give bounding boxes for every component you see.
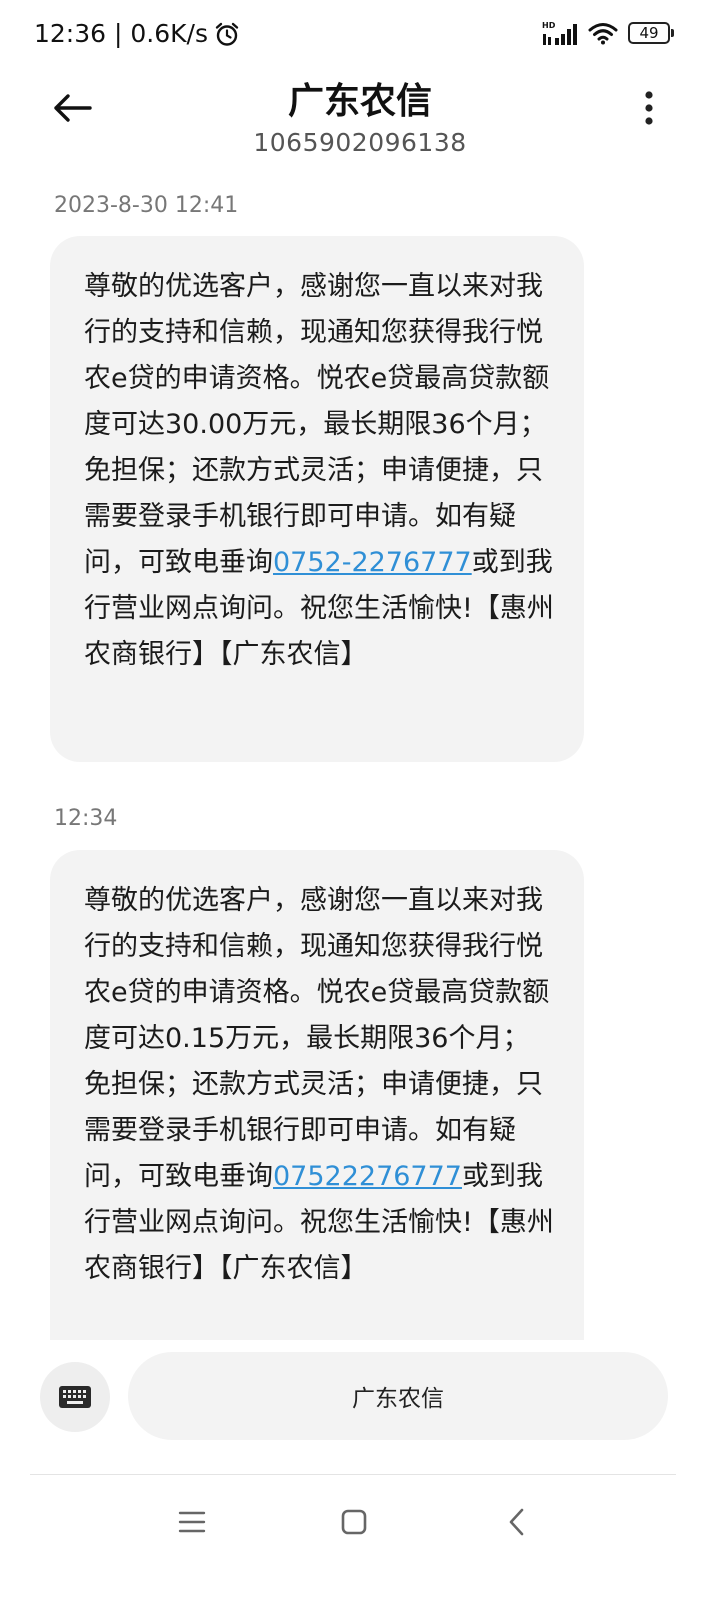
conversation-header: 广东农信 1065902096138	[0, 70, 720, 170]
message-text: 尊敬的优选客户，感谢您一直以来对我行的支持和信赖，现通知您获得我行悦农e贷的申请…	[84, 271, 550, 578]
message-list[interactable]: 2023-8-30 12:41 尊敬的优选客户，感谢您一直以来对我行的支持和信赖…	[0, 170, 720, 1340]
more-options-button[interactable]	[634, 80, 664, 136]
alarm-icon	[215, 22, 239, 46]
more-vertical-icon	[645, 91, 653, 125]
status-bar: 12:36 | 0.6K/s HD 49	[0, 0, 720, 70]
network-tag: HD	[542, 21, 556, 30]
keyboard-button[interactable]	[40, 1362, 110, 1432]
message-bubble[interactable]: 尊敬的优选客户，感谢您一直以来对我行的支持和信赖，现通知您获得我行悦农e贷的申请…	[50, 850, 584, 1340]
nav-divider	[30, 1474, 676, 1475]
keyboard-icon	[59, 1386, 91, 1408]
message-bubble[interactable]: 尊敬的优选客户，感谢您一直以来对我行的支持和信赖，现通知您获得我行悦农e贷的申请…	[50, 236, 584, 762]
contact-number: 1065902096138	[253, 128, 467, 157]
status-time-speed: 12:36 | 0.6K/s	[34, 19, 208, 48]
status-left: 12:36 | 0.6K/s	[34, 16, 240, 52]
menu-icon[interactable]	[174, 1504, 210, 1540]
signal-icon: HD	[542, 21, 577, 45]
sender-menu-button[interactable]: 广东农信	[128, 1352, 668, 1440]
contact-name: 广东农信	[287, 81, 432, 122]
message-text: 尊敬的优选客户，感谢您一直以来对我行的支持和信赖，现通知您获得我行悦农e贷的申请…	[84, 885, 550, 1192]
composer: 广东农信	[0, 1340, 720, 1470]
chevron-left-icon[interactable]	[502, 1504, 532, 1540]
message-timestamp: 2023-8-30 12:41	[54, 193, 239, 218]
battery-icon: 49	[628, 22, 674, 44]
message-timestamp: 12:34	[54, 806, 118, 831]
phone-link[interactable]: 0752-2276777	[273, 547, 472, 578]
square-home-icon[interactable]	[338, 1504, 370, 1540]
battery-level: 49	[639, 24, 659, 42]
wifi-icon	[588, 23, 618, 45]
phone-link[interactable]: 07522276777	[273, 1161, 462, 1192]
status-right: HD 49	[542, 20, 674, 46]
system-nav-bar	[0, 1480, 720, 1600]
